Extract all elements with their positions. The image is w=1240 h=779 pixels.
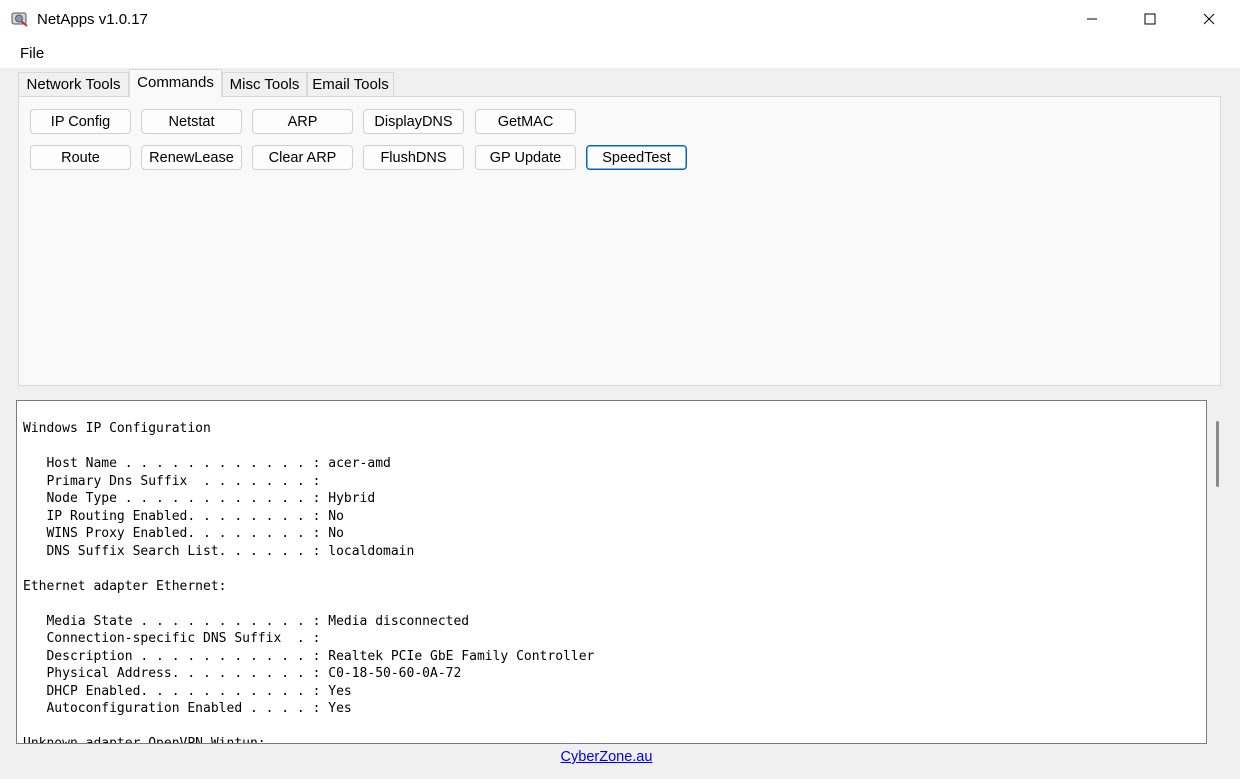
output-scrollbar-thumb[interactable] [1216,421,1219,487]
display-dns-button[interactable]: DisplayDNS [363,109,464,134]
maximize-icon [1144,13,1156,25]
window-title: NetApps v1.0.17 [37,11,148,28]
footer-link[interactable]: CyberZone.au [0,749,1213,765]
flush-dns-button[interactable]: FlushDNS [363,145,464,170]
title-bar: NetApps v1.0.17 [0,0,1240,38]
route-button[interactable]: Route [30,145,131,170]
command-output-text: Windows IP Configuration Host Name . . .… [23,421,595,744]
command-output[interactable]: Windows IP Configuration Host Name . . .… [16,400,1207,744]
menu-bar: File [0,38,1240,68]
arp-button[interactable]: ARP [252,109,353,134]
speedtest-button[interactable]: SpeedTest [586,145,687,170]
minimize-icon [1087,18,1097,20]
close-icon [1203,13,1215,25]
tab-misc-tools[interactable]: Misc Tools [222,72,307,96]
network-tools-icon [11,12,28,27]
close-button[interactable] [1180,0,1238,38]
getmac-button[interactable]: GetMAC [475,109,576,134]
tab-network-tools[interactable]: Network Tools [18,72,129,96]
commands-panel: IP Config Netstat ARP DisplayDNS GetMAC … [18,96,1221,386]
tab-email-tools[interactable]: Email Tools [307,72,394,96]
minimize-button[interactable] [1063,0,1121,38]
menu-file[interactable]: File [20,45,44,62]
maximize-button[interactable] [1121,0,1179,38]
renew-lease-button[interactable]: RenewLease [141,145,242,170]
tab-commands[interactable]: Commands [129,69,222,97]
ip-config-button[interactable]: IP Config [30,109,131,134]
clear-arp-button[interactable]: Clear ARP [252,145,353,170]
gp-update-button[interactable]: GP Update [475,145,576,170]
netstat-button[interactable]: Netstat [141,109,242,134]
